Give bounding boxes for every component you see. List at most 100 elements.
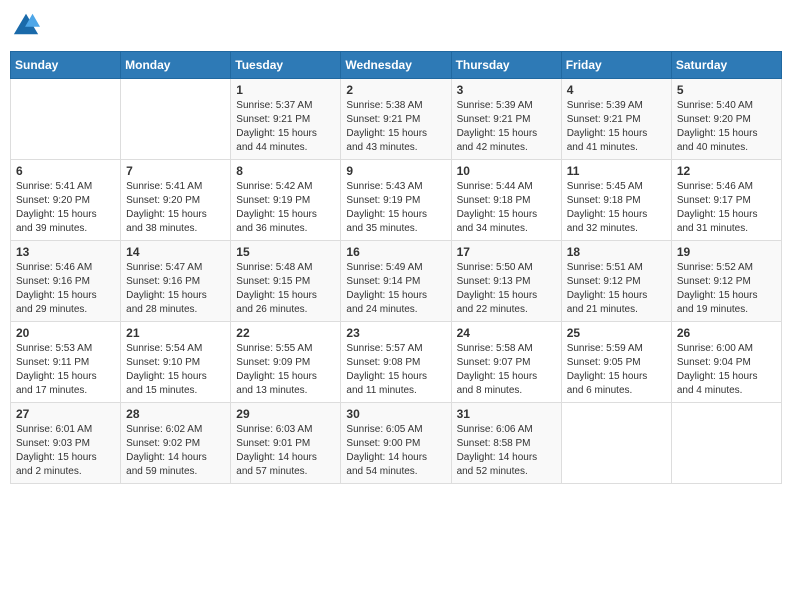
calendar-cell: 8Sunrise: 5:42 AM Sunset: 9:19 PM Daylig… bbox=[231, 159, 341, 240]
calendar-cell: 22 Sunrise: 5:55 AM Sunset: 9:09 PM Dayli… bbox=[231, 321, 341, 402]
weekday-header: Friday bbox=[561, 51, 671, 78]
day-number: 20 bbox=[16, 326, 115, 340]
day-info: Sunrise: 5:41 AM Sunset: 9:20 PM Dayligh… bbox=[126, 180, 225, 236]
calendar-cell: 23 Sunrise: 5:57 AM Sunset: 9:08 PM Dayli… bbox=[341, 321, 451, 402]
day-info: Sunrise: 6:02 AM Sunset: 9:02 PM Dayligh… bbox=[126, 423, 225, 479]
calendar-week-row: 6 Sunrise: 5:41 AM Sunset: 9:20 PM Daylig… bbox=[11, 159, 782, 240]
day-number: 12 bbox=[677, 164, 776, 178]
day-info: Sunrise: 5:45 AM Sunset: 9:18 PM Dayligh… bbox=[567, 180, 666, 236]
calendar-cell: 7 Sunrise: 5:41 AM Sunset: 9:20 PM Daylig… bbox=[121, 159, 231, 240]
calendar-cell: 1Sunrise: 5:37 AM Sunset: 9:21 PM Daylig… bbox=[231, 78, 341, 159]
day-info: Sunrise: 5:39 AM Sunset: 9:21 PM Dayligh… bbox=[567, 99, 666, 155]
calendar-cell bbox=[671, 402, 781, 483]
day-info: Sunrise: 5:57 AM Sunset: 9:08 PM Dayligh… bbox=[346, 342, 445, 398]
day-number: 21 bbox=[126, 326, 225, 340]
day-info: Sunrise: 5:49 AM Sunset: 9:14 PM Dayligh… bbox=[346, 261, 445, 317]
weekday-header-row: SundayMondayTuesdayWednesdayThursdayFrid… bbox=[11, 51, 782, 78]
day-info: Sunrise: 5:46 AM Sunset: 9:17 PM Dayligh… bbox=[677, 180, 776, 236]
day-info: Sunrise: 5:59 AM Sunset: 9:05 PM Dayligh… bbox=[567, 342, 666, 398]
day-number: 13 bbox=[16, 245, 115, 259]
calendar-cell: 17 Sunrise: 5:50 AM Sunset: 9:13 PM Dayli… bbox=[451, 240, 561, 321]
calendar-cell: 10 Sunrise: 5:44 AM Sunset: 9:18 PM Dayli… bbox=[451, 159, 561, 240]
day-number: 29 bbox=[236, 407, 335, 421]
calendar-cell: 29 Sunrise: 6:03 AM Sunset: 9:01 PM Dayli… bbox=[231, 402, 341, 483]
day-number: 16 bbox=[346, 245, 445, 259]
calendar-cell: 26 Sunrise: 6:00 AM Sunset: 9:04 PM Dayli… bbox=[671, 321, 781, 402]
calendar-cell bbox=[121, 78, 231, 159]
day-info: Sunrise: 5:55 AM Sunset: 9:09 PM Dayligh… bbox=[236, 342, 335, 398]
day-info: Sunrise: 6:00 AM Sunset: 9:04 PM Dayligh… bbox=[677, 342, 776, 398]
day-info: Sunrise: 6:01 AM Sunset: 9:03 PM Dayligh… bbox=[16, 423, 115, 479]
calendar-cell: 25 Sunrise: 5:59 AM Sunset: 9:05 PM Dayli… bbox=[561, 321, 671, 402]
day-info: Sunrise: 6:06 AM Sunset: 8:58 PM Dayligh… bbox=[457, 423, 556, 479]
day-number: 9 bbox=[346, 164, 445, 178]
calendar-cell: 19 Sunrise: 5:52 AM Sunset: 9:12 PM Dayli… bbox=[671, 240, 781, 321]
calendar-cell: 24 Sunrise: 5:58 AM Sunset: 9:07 PM Dayli… bbox=[451, 321, 561, 402]
day-info: Sunrise: 5:46 AM Sunset: 9:16 PM Dayligh… bbox=[16, 261, 115, 317]
day-number: 3 bbox=[457, 83, 556, 97]
calendar-cell: 20 Sunrise: 5:53 AM Sunset: 9:11 PM Dayli… bbox=[11, 321, 121, 402]
calendar-cell: 12 Sunrise: 5:46 AM Sunset: 9:17 PM Dayli… bbox=[671, 159, 781, 240]
day-info: Sunrise: 5:54 AM Sunset: 9:10 PM Dayligh… bbox=[126, 342, 225, 398]
day-number: 26 bbox=[677, 326, 776, 340]
day-number: 25 bbox=[567, 326, 666, 340]
calendar-cell: 18 Sunrise: 5:51 AM Sunset: 9:12 PM Dayli… bbox=[561, 240, 671, 321]
day-info: Sunrise: 5:38 AM Sunset: 9:21 PM Dayligh… bbox=[346, 99, 445, 155]
weekday-header: Thursday bbox=[451, 51, 561, 78]
day-number: 7 bbox=[126, 164, 225, 178]
day-number: 23 bbox=[346, 326, 445, 340]
calendar-cell: 9 Sunrise: 5:43 AM Sunset: 9:19 PM Daylig… bbox=[341, 159, 451, 240]
day-info: Sunrise: 5:43 AM Sunset: 9:19 PM Dayligh… bbox=[346, 180, 445, 236]
day-info: Sunrise: 5:47 AM Sunset: 9:16 PM Dayligh… bbox=[126, 261, 225, 317]
day-number: 14 bbox=[126, 245, 225, 259]
calendar-cell bbox=[561, 402, 671, 483]
day-info: Sunrise: 5:52 AM Sunset: 9:12 PM Dayligh… bbox=[677, 261, 776, 317]
day-number: 18 bbox=[567, 245, 666, 259]
calendar-cell: 11 Sunrise: 5:45 AM Sunset: 9:18 PM Dayli… bbox=[561, 159, 671, 240]
weekday-header: Sunday bbox=[11, 51, 121, 78]
day-number: 11 bbox=[567, 164, 666, 178]
weekday-header: Saturday bbox=[671, 51, 781, 78]
day-info: Sunrise: 5:50 AM Sunset: 9:13 PM Dayligh… bbox=[457, 261, 556, 317]
calendar-week-row: 27Sunrise: 6:01 AM Sunset: 9:03 PM Dayli… bbox=[11, 402, 782, 483]
calendar-cell: 14 Sunrise: 5:47 AM Sunset: 9:16 PM Dayli… bbox=[121, 240, 231, 321]
calendar-cell: 3 Sunrise: 5:39 AM Sunset: 9:21 PM Daylig… bbox=[451, 78, 561, 159]
day-number: 31 bbox=[457, 407, 556, 421]
day-info: Sunrise: 5:39 AM Sunset: 9:21 PM Dayligh… bbox=[457, 99, 556, 155]
calendar-cell: 28 Sunrise: 6:02 AM Sunset: 9:02 PM Dayli… bbox=[121, 402, 231, 483]
day-info: Sunrise: 5:44 AM Sunset: 9:18 PM Dayligh… bbox=[457, 180, 556, 236]
calendar-cell bbox=[11, 78, 121, 159]
calendar-cell: 15 Sunrise: 5:48 AM Sunset: 9:15 PM Dayli… bbox=[231, 240, 341, 321]
calendar-week-row: 20 Sunrise: 5:53 AM Sunset: 9:11 PM Dayli… bbox=[11, 321, 782, 402]
calendar-week-row: 1Sunrise: 5:37 AM Sunset: 9:21 PM Daylig… bbox=[11, 78, 782, 159]
day-info: Sunrise: 5:41 AM Sunset: 9:20 PM Dayligh… bbox=[16, 180, 115, 236]
weekday-header: Wednesday bbox=[341, 51, 451, 78]
day-number: 10 bbox=[457, 164, 556, 178]
calendar-cell: 27Sunrise: 6:01 AM Sunset: 9:03 PM Dayli… bbox=[11, 402, 121, 483]
calendar-cell: 4 Sunrise: 5:39 AM Sunset: 9:21 PM Daylig… bbox=[561, 78, 671, 159]
calendar-cell: 31 Sunrise: 6:06 AM Sunset: 8:58 PM Dayli… bbox=[451, 402, 561, 483]
day-info: Sunrise: 5:53 AM Sunset: 9:11 PM Dayligh… bbox=[16, 342, 115, 398]
calendar-cell: 6 Sunrise: 5:41 AM Sunset: 9:20 PM Daylig… bbox=[11, 159, 121, 240]
weekday-header: Tuesday bbox=[231, 51, 341, 78]
logo-icon bbox=[12, 10, 40, 38]
day-number: 4 bbox=[567, 83, 666, 97]
calendar-cell: 2Sunrise: 5:38 AM Sunset: 9:21 PM Daylig… bbox=[341, 78, 451, 159]
day-number: 17 bbox=[457, 245, 556, 259]
day-info: Sunrise: 5:58 AM Sunset: 9:07 PM Dayligh… bbox=[457, 342, 556, 398]
day-number: 24 bbox=[457, 326, 556, 340]
day-info: Sunrise: 6:03 AM Sunset: 9:01 PM Dayligh… bbox=[236, 423, 335, 479]
day-info: Sunrise: 5:51 AM Sunset: 9:12 PM Dayligh… bbox=[567, 261, 666, 317]
calendar-cell: 30 Sunrise: 6:05 AM Sunset: 9:00 PM Dayli… bbox=[341, 402, 451, 483]
day-info: Sunrise: 5:48 AM Sunset: 9:15 PM Dayligh… bbox=[236, 261, 335, 317]
day-number: 30 bbox=[346, 407, 445, 421]
day-number: 6 bbox=[16, 164, 115, 178]
day-number: 19 bbox=[677, 245, 776, 259]
calendar-cell: 16 Sunrise: 5:49 AM Sunset: 9:14 PM Dayli… bbox=[341, 240, 451, 321]
calendar-cell: 21 Sunrise: 5:54 AM Sunset: 9:10 PM Dayli… bbox=[121, 321, 231, 402]
day-number: 22 bbox=[236, 326, 335, 340]
day-number: 28 bbox=[126, 407, 225, 421]
day-info: Sunrise: 6:05 AM Sunset: 9:00 PM Dayligh… bbox=[346, 423, 445, 479]
day-number: 15 bbox=[236, 245, 335, 259]
page-header bbox=[10, 10, 782, 43]
